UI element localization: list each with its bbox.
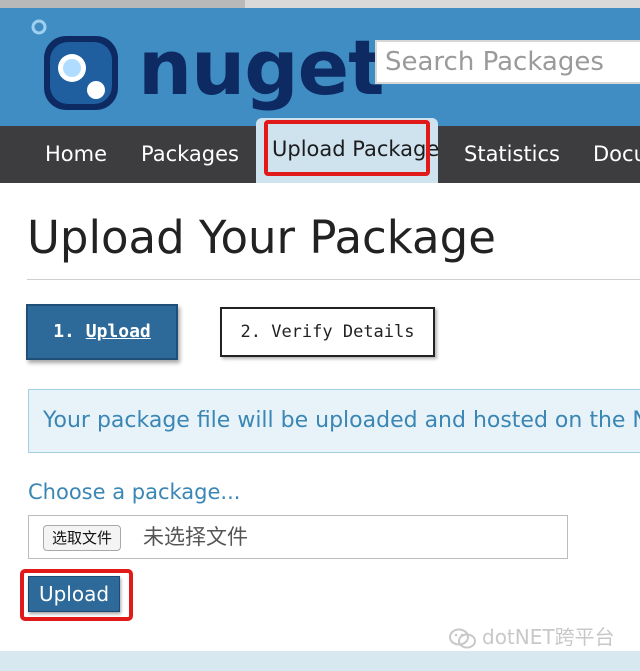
step-upload-number: 1. xyxy=(53,321,75,342)
logo-wordmark: nuget xyxy=(138,23,384,112)
wechat-icon xyxy=(449,628,476,648)
nav-item-documentation[interactable]: Docu xyxy=(593,126,640,183)
nuget-logo[interactable]: nuget xyxy=(30,18,384,118)
choose-package-label: Choose a package... xyxy=(28,480,241,504)
highlight-box-upload-tab xyxy=(264,120,430,176)
watermark: dotNET跨平台 xyxy=(448,622,615,652)
file-input[interactable]: 选取文件 未选择文件 xyxy=(28,515,568,559)
page-title: Upload Your Package xyxy=(27,211,496,264)
step-verify-details-button[interactable]: 2. Verify Details xyxy=(220,307,435,357)
step-upload-button[interactable]: 1. Upload xyxy=(26,304,178,360)
watermark-text: dotNET跨平台 xyxy=(482,625,615,649)
nuget-logo-icon xyxy=(31,19,118,110)
bottom-band xyxy=(0,651,640,671)
search-input[interactable] xyxy=(375,40,640,84)
nav-item-home[interactable]: Home xyxy=(45,126,107,183)
nav-item-packages[interactable]: Packages xyxy=(141,126,239,183)
file-status-text: 未选择文件 xyxy=(143,525,248,549)
title-divider xyxy=(27,279,640,280)
choose-file-button[interactable]: 选取文件 xyxy=(43,525,122,551)
info-text: Your package file will be uploaded and h… xyxy=(43,408,640,433)
browser-top-strip xyxy=(0,0,640,8)
site-header: nuget xyxy=(0,8,640,126)
step-upload-label: Upload xyxy=(85,321,151,342)
highlight-box-upload-button xyxy=(20,569,133,621)
browser-tab-segment xyxy=(0,0,245,8)
nav-item-statistics[interactable]: Statistics xyxy=(464,126,560,183)
info-box: Your package file will be uploaded and h… xyxy=(28,389,640,453)
